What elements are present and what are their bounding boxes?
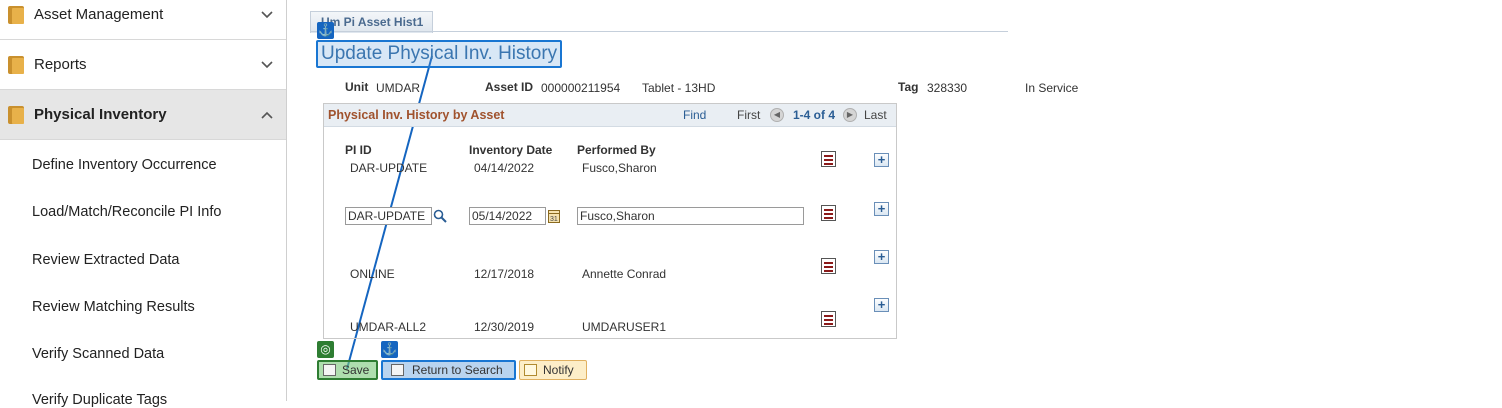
target-icon: ◎ xyxy=(317,341,334,358)
save-icon xyxy=(323,364,336,376)
column-header-performed-by: Performed By xyxy=(577,143,656,157)
chevron-down-icon xyxy=(261,10,273,18)
search-icon[interactable] xyxy=(433,209,447,223)
grid-header-bar: Physical Inv. History by Asset Find Firs… xyxy=(324,104,896,127)
asset-id-label: Asset ID xyxy=(485,80,534,94)
row-4-performed-by: UMDARUSER1 xyxy=(582,320,667,334)
folder-icon xyxy=(8,5,24,24)
nav-category-label: Reports xyxy=(34,56,87,73)
tab-divider xyxy=(310,31,1008,32)
next-icon[interactable]: ▶ xyxy=(843,108,857,122)
performed-by-input[interactable]: Fusco,Sharon xyxy=(577,207,804,225)
svg-text:31: 31 xyxy=(550,216,558,223)
nav-category-physical-inventory[interactable]: Physical Inventory xyxy=(0,90,286,140)
nav-item-load-match-reconcile[interactable]: Load/Match/Reconcile PI Info xyxy=(32,204,221,220)
row-1-date: 04/14/2022 xyxy=(474,161,535,175)
column-header-inventory-date: Inventory Date xyxy=(469,143,553,157)
inventory-date-input[interactable]: 05/14/2022 xyxy=(469,207,546,225)
nav-category-label: Physical Inventory xyxy=(34,106,167,123)
grid-first-label: First xyxy=(737,108,761,122)
return-to-search-label: Return to Search xyxy=(412,363,503,377)
return-to-search-icon xyxy=(391,364,404,376)
return-to-search-button[interactable]: Return to Search xyxy=(381,360,516,380)
nav-item-review-matching-results[interactable]: Review Matching Results xyxy=(32,299,195,315)
nav-category-asset-management[interactable]: Asset Management xyxy=(0,0,286,40)
add-row-icon[interactable]: + xyxy=(874,298,889,312)
row-1-pi-id: DAR-UPDATE xyxy=(350,161,428,175)
row-3-performed-by: Annette Conrad xyxy=(582,267,667,281)
chevron-up-icon xyxy=(261,111,273,119)
delete-row-icon[interactable] xyxy=(821,205,836,221)
asset-description: Tablet - 13HD xyxy=(642,81,716,95)
asset-id-value: 000000211954 xyxy=(541,81,621,95)
unit-value: UMDAR xyxy=(376,81,420,95)
grid-title: Physical Inv. History by Asset xyxy=(328,108,505,122)
nav-item-verify-scanned-data[interactable]: Verify Scanned Data xyxy=(32,346,164,362)
delete-row-icon[interactable] xyxy=(821,258,836,274)
notify-button[interactable]: Notify xyxy=(519,360,587,380)
asset-status: In Service xyxy=(1025,81,1079,95)
save-button[interactable]: Save xyxy=(317,360,378,380)
nav-item-define-inventory-occurrence[interactable]: Define Inventory Occurrence xyxy=(32,157,217,173)
anchor-icon: ⚓ xyxy=(381,341,398,358)
add-row-icon[interactable]: + xyxy=(874,250,889,264)
column-header-pi-id: PI ID xyxy=(345,143,372,157)
notify-icon xyxy=(524,364,537,376)
previous-icon[interactable]: ◀ xyxy=(770,108,784,122)
row-4-date: 12/30/2019 xyxy=(474,320,535,334)
nav-category-reports[interactable]: Reports xyxy=(0,40,286,90)
nav-category-label: Asset Management xyxy=(34,6,164,23)
grid-find-link[interactable]: Find xyxy=(683,108,706,122)
page-title: Update Physical Inv. History xyxy=(316,40,563,68)
chevron-down-icon xyxy=(261,60,273,68)
grid-row-range: 1-4 of 4 xyxy=(793,108,836,122)
sidebar-nav: Asset Management Reports Physical Invent… xyxy=(0,0,287,408)
delete-row-icon[interactable] xyxy=(821,311,836,327)
row-4-pi-id: UMDAR-ALL2 xyxy=(350,320,427,334)
delete-row-icon[interactable] xyxy=(821,151,836,167)
folder-icon xyxy=(8,55,24,74)
nav-item-review-extracted-data[interactable]: Review Extracted Data xyxy=(32,252,179,268)
unit-label: Unit xyxy=(345,80,369,94)
row-3-date: 12/17/2018 xyxy=(474,267,535,281)
notify-button-label: Notify xyxy=(543,363,574,377)
add-row-icon[interactable]: + xyxy=(874,202,889,216)
tag-value: 328330 xyxy=(927,81,968,95)
anchor-icon: ⚓ xyxy=(317,22,334,39)
row-3-pi-id: ONLINE xyxy=(350,267,395,281)
pi-id-input[interactable]: DAR-UPDATE xyxy=(345,207,432,225)
tag-label: Tag xyxy=(898,80,919,94)
folder-icon xyxy=(8,105,24,124)
grid-last-label: Last xyxy=(864,108,887,122)
save-button-label: Save xyxy=(342,363,370,377)
calendar-icon[interactable]: 31 xyxy=(548,209,560,223)
add-row-icon[interactable]: + xyxy=(874,153,889,167)
row-1-performed-by: Fusco,Sharon xyxy=(582,161,657,175)
nav-item-verify-duplicate-tags[interactable]: Verify Duplicate Tags xyxy=(32,392,167,408)
